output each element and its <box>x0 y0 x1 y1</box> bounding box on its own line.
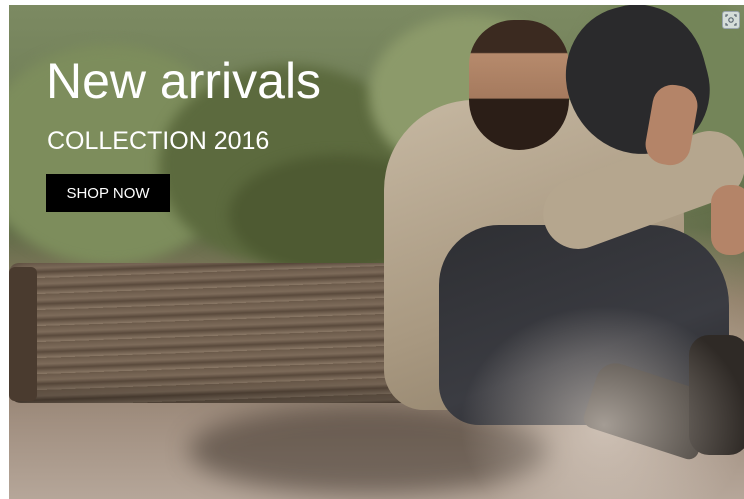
dust-cloud <box>459 305 744 499</box>
shop-now-button[interactable]: SHOP NOW <box>46 174 170 212</box>
wooden-log <box>9 263 429 403</box>
wooden-log-end <box>9 267 37 401</box>
model-head <box>469 20 569 150</box>
hero-banner: New arrivals COLLECTION 2016 SHOP NOW <box>9 5 744 499</box>
screenshot-icon[interactable] <box>722 11 740 29</box>
banner-subheadline: COLLECTION 2016 <box>47 127 270 155</box>
banner-headline: New arrivals <box>46 53 322 109</box>
model-hand <box>711 185 744 255</box>
screenshot-icon-glyph <box>725 14 737 26</box>
